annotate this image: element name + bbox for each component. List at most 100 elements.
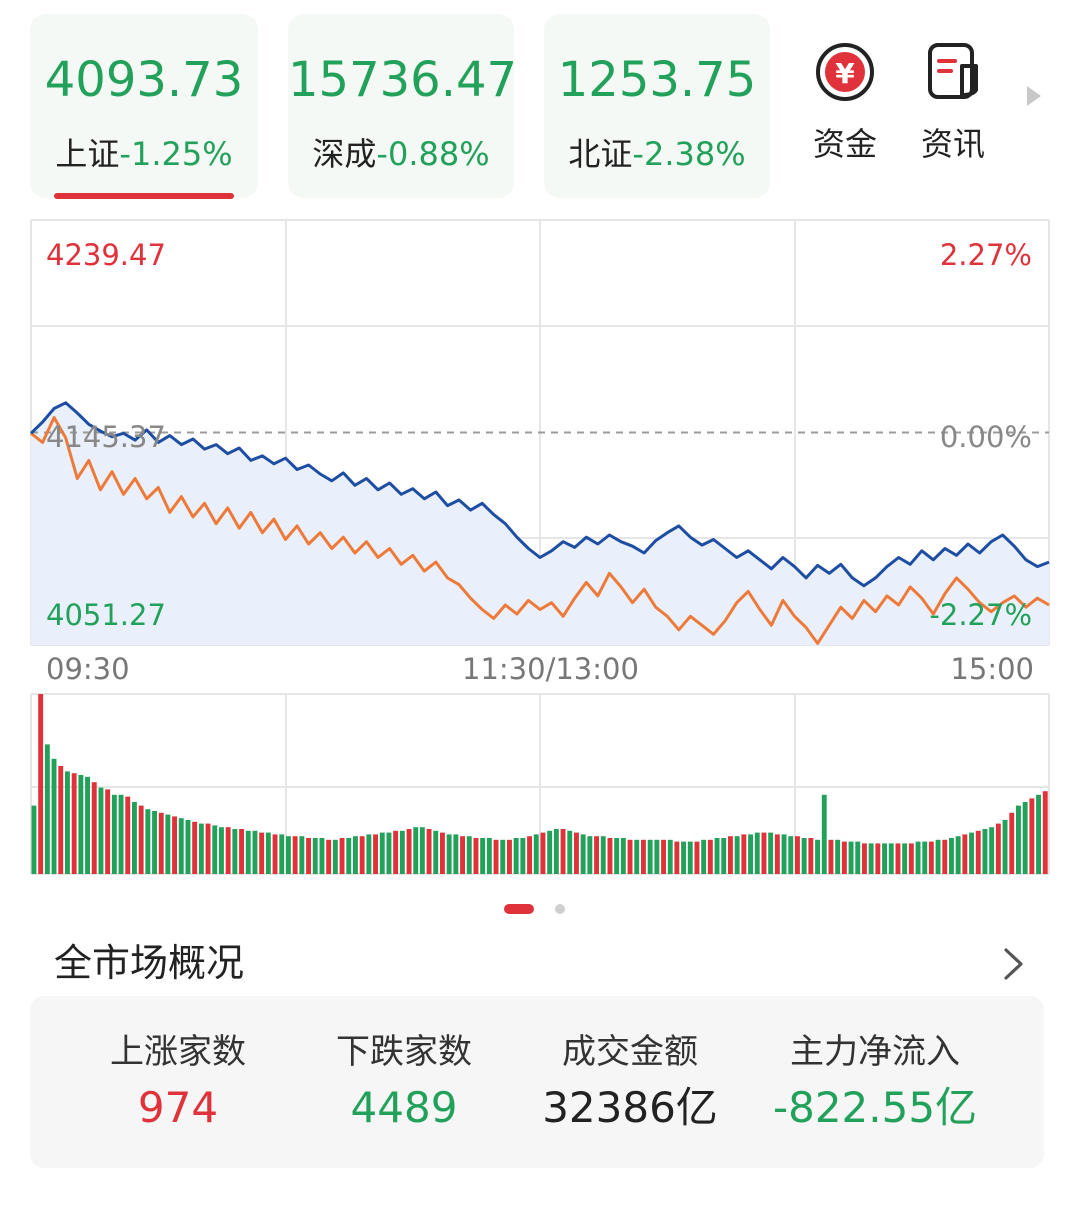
volume-bar	[841, 841, 847, 874]
chevron-right-icon[interactable]	[1000, 946, 1028, 982]
volume-bar	[748, 834, 753, 874]
stat-label: 成交金额	[562, 1032, 698, 1072]
volume-bar	[882, 843, 887, 874]
stat-value: 4489	[350, 1083, 458, 1132]
volume-bar	[808, 838, 814, 874]
volume-bar	[51, 758, 57, 874]
volume-bar	[125, 796, 131, 874]
page-indicator-dot[interactable]	[555, 904, 565, 914]
volume-bar	[373, 834, 378, 874]
volume-bar	[969, 832, 974, 874]
chart-baseline-pct: 0.00%	[939, 420, 1032, 454]
market-overview-title: 全市场概况	[54, 941, 245, 985]
volume-bar	[198, 823, 204, 874]
volume-bar	[594, 836, 599, 874]
volume-bar	[935, 839, 941, 874]
page-indicator-active[interactable]	[504, 904, 534, 914]
volume-bar	[741, 834, 747, 874]
stat-turnover: 成交金额 32386亿	[505, 1030, 755, 1134]
scroll-right-arrow-icon[interactable]	[1024, 84, 1044, 108]
stat-rising: 上涨家数 974	[53, 1030, 303, 1134]
index-name: 北证	[568, 135, 633, 173]
stat-label: 下跌家数	[336, 1032, 472, 1072]
volume-bar	[614, 838, 620, 874]
volume-bar	[138, 805, 144, 874]
index-value: 15736.47	[288, 52, 518, 108]
volume-bar	[654, 839, 660, 874]
volume-bar	[634, 839, 640, 874]
volume-bar	[580, 834, 586, 874]
volume-bar	[975, 830, 981, 874]
volume-bar	[607, 838, 613, 874]
volume-bar	[781, 834, 787, 874]
volume-bar	[91, 782, 97, 874]
volume-bar	[1002, 820, 1008, 874]
volume-bar	[862, 843, 867, 874]
volume-bar	[620, 838, 626, 874]
stat-net-inflow: 主力净流入 -822.55亿	[745, 1030, 1005, 1134]
volume-bar	[687, 841, 693, 874]
volume-bar	[265, 832, 271, 874]
volume-bar	[239, 829, 244, 874]
volume-bar	[567, 830, 573, 874]
volume-bar	[359, 836, 365, 874]
index-card-shanghai[interactable]: 4093.73 上证-1.25%	[30, 14, 258, 198]
volume-bar	[353, 836, 358, 874]
volume-bar	[915, 841, 921, 874]
volume-bar	[647, 839, 653, 874]
volume-bar	[219, 827, 224, 874]
volume-bar	[520, 838, 526, 874]
volume-bar	[908, 843, 914, 874]
volume-bar	[105, 789, 111, 874]
volume-bar	[486, 838, 492, 874]
volume-bar	[707, 839, 713, 874]
stat-label: 上涨家数	[110, 1032, 246, 1072]
volume-bar	[286, 836, 291, 874]
news-button[interactable]: 资讯	[908, 40, 998, 166]
volume-bar	[1009, 812, 1015, 874]
time-start-label: 09:30	[46, 652, 130, 686]
index-name: 上证	[55, 135, 120, 173]
stat-falling: 下跌家数 4489	[279, 1030, 529, 1134]
volume-bar	[31, 805, 37, 874]
volume-bar	[332, 839, 338, 874]
volume-bar	[493, 839, 499, 874]
news-icon	[928, 43, 978, 99]
volume-bar	[527, 836, 532, 874]
volume-bar	[835, 839, 841, 874]
volume-bar	[44, 744, 50, 874]
volume-bar	[701, 839, 707, 874]
volume-bar	[65, 771, 70, 874]
volume-bar	[868, 843, 874, 874]
volume-bar	[627, 839, 633, 874]
volume-bar	[795, 836, 800, 874]
volume-bar	[319, 838, 325, 874]
volume-bar	[922, 841, 928, 874]
volume-bar	[1022, 802, 1028, 874]
volume-bar	[560, 829, 566, 874]
volume-bar	[848, 841, 854, 874]
volume-bar	[942, 839, 948, 874]
volume-bar	[774, 834, 780, 874]
volume-bar	[252, 830, 258, 874]
volume-bar	[962, 834, 968, 874]
volume-bar	[513, 838, 519, 874]
index-value: 4093.73	[44, 52, 244, 108]
volume-bar	[982, 829, 988, 874]
volume-bar	[38, 694, 44, 874]
volume-bar	[326, 839, 332, 874]
volume-bar	[473, 838, 479, 874]
volume-bar	[346, 838, 352, 874]
volume-bar	[85, 776, 90, 874]
volume-bar	[312, 838, 318, 874]
volume-bar	[158, 812, 164, 874]
funds-button[interactable]: ¥ 资金	[800, 40, 890, 166]
volume-bar	[259, 832, 265, 874]
index-card-beijing[interactable]: 1253.75 北证-2.38%	[544, 14, 770, 198]
index-name: 深成	[312, 135, 377, 173]
volume-bar	[600, 836, 606, 874]
volume-bar	[406, 829, 412, 874]
volume-bar	[460, 836, 465, 874]
index-card-shenzhen[interactable]: 15736.47 深成-0.88%	[288, 14, 518, 198]
volume-bar	[245, 830, 251, 874]
